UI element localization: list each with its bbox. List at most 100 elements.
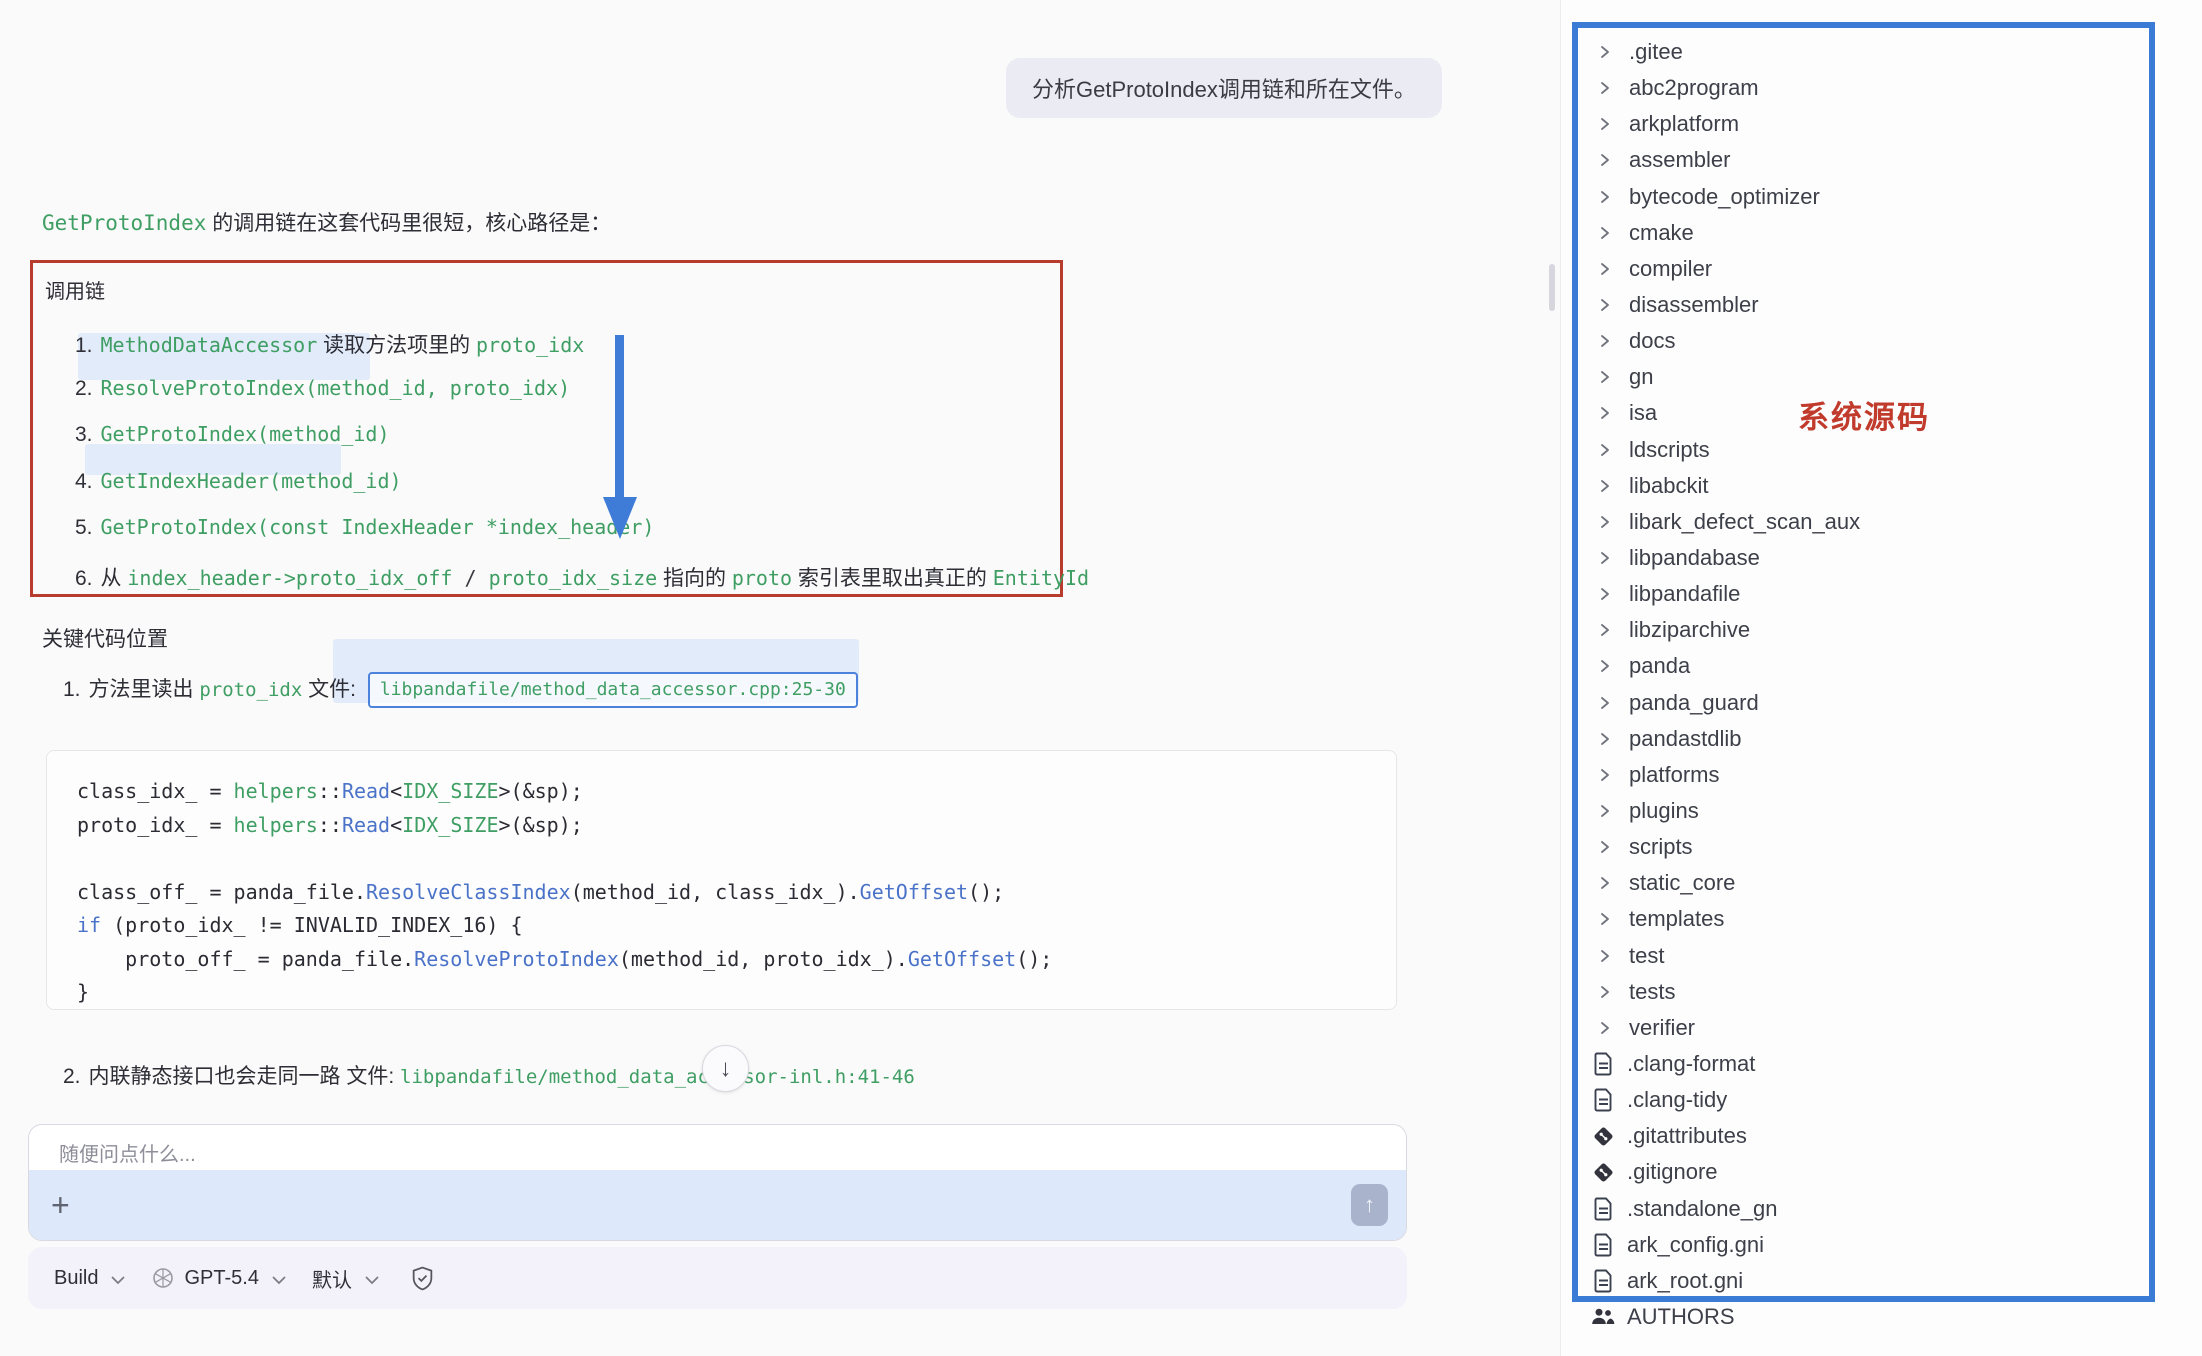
model-dropdown-chevron[interactable] [272,1276,286,1285]
chevron-down-icon [111,1276,125,1285]
text-segment: 从 [101,567,128,590]
build-mode-selector[interactable]: Build [54,1267,98,1290]
tree-item-folder[interactable]: bytecode_optimizer [1561,179,2202,215]
tree-item-label: .gitignore [1627,1159,1718,1185]
composer-action-bar: + ↑ [29,1170,1406,1240]
list-number: 5. [75,516,93,540]
tree-item-label: docs [1629,328,1675,354]
tree-item-file[interactable]: .standalone_gn [1561,1191,2202,1227]
tree-item-folder[interactable]: cmake [1561,215,2202,251]
file-icon [1590,1197,1616,1221]
mode-dropdown-chevron[interactable] [365,1276,379,1285]
shield-check-icon[interactable] [411,1266,434,1291]
tree-item-file[interactable]: AUTHORS [1561,1299,2202,1335]
tree-item-label: platforms [1629,762,1719,788]
chevron-right-icon [1597,658,1613,674]
tree-item-file[interactable]: .clang-tidy [1561,1082,2202,1118]
tree-item-folder[interactable]: isa [1561,395,2202,431]
file-path-chip[interactable]: libpandafile/method_data_accessor.cpp:25… [368,672,858,708]
tree-item-folder[interactable]: scripts [1561,829,2202,865]
send-button[interactable]: ↑ [1351,1184,1388,1226]
build-dropdown-chevron[interactable] [111,1276,125,1285]
tree-item-label: .gitee [1629,39,1683,65]
text-segment: if [77,913,101,937]
tree-item-label: .clang-format [1627,1051,1755,1077]
app-root: { "chat": { "user_message": "分析GetProtoI… [0,0,2202,1356]
tree-item-label: .clang-tidy [1627,1087,1727,1113]
tree-item-folder[interactable]: docs [1561,323,2202,359]
chevron-right-icon [1597,695,1613,711]
tree-item-label: test [1629,943,1664,969]
chevron-right-icon [1597,767,1613,783]
intro-text: 的调用链在这套代码里很短，核心路径是： [206,212,611,235]
text-segment: GetProtoIndex(const IndexHeader *index_h… [101,515,655,539]
tree-item-folder[interactable]: plugins [1561,793,2202,829]
tree-item-folder[interactable]: .gitee [1561,34,2202,70]
tree-item-folder[interactable]: test [1561,938,2202,974]
tree-item-folder[interactable]: panda_guard [1561,685,2202,721]
chat-input[interactable]: 随便问点什么... [29,1125,1406,1171]
tree-item-file[interactable]: ark_root.gni [1561,1263,2202,1299]
tree-item-label: assembler [1629,147,1730,173]
tree-item-label: static_core [1629,870,1735,896]
tree-item-folder[interactable]: gn [1561,359,2202,395]
tree-item-folder[interactable]: libabckit [1561,468,2202,504]
tree-item-file[interactable]: .gitattributes [1561,1118,2202,1154]
tree-item-label: cmake [1629,220,1694,246]
text-segment: proto_idx_ = [77,813,234,837]
tree-item-folder[interactable]: pandastdlib [1561,721,2202,757]
tree-item-folder[interactable]: platforms [1561,757,2202,793]
model-selector[interactable]: GPT-5.4 [184,1267,258,1290]
add-attachment-button[interactable]: + [51,1189,70,1221]
scrollbar-thumb[interactable] [1549,264,1555,311]
text-segment: < [390,813,402,837]
tree-item-folder[interactable]: libpandabase [1561,540,2202,576]
tree-item-folder[interactable]: arkplatform [1561,106,2202,142]
tree-item-folder[interactable]: libpandafile [1561,576,2202,612]
down-arrow-head [603,497,637,539]
tree-item-folder[interactable]: ldscripts [1561,432,2202,468]
tree-item-file[interactable]: .clang-format [1561,1046,2202,1082]
tree-item-folder[interactable]: static_core [1561,865,2202,901]
tree-item-folder[interactable]: disassembler [1561,287,2202,323]
scroll-to-bottom-button[interactable]: ↓ [702,1045,749,1092]
tree-item-folder[interactable]: abc2program [1561,70,2202,106]
chat-composer[interactable]: 随便问点什么... + ↑ [28,1124,1407,1241]
tree-item-folder[interactable]: libark_defect_scan_aux [1561,504,2202,540]
call-chain-title: 调用链 [45,275,105,304]
tree-item-folder[interactable]: verifier [1561,1010,2202,1046]
file-explorer-panel: .gitee abc2program arkplatform assembler… [1560,0,2202,1356]
tree-item-file[interactable]: .gitignore [1561,1154,2202,1190]
file-icon [1590,1269,1616,1293]
list-number: 2. [75,377,93,401]
intro-code-token: GetProtoIndex [42,211,206,235]
list-number: 1. [63,678,81,701]
text-segment: IDX_SIZE [402,813,498,837]
text-segment: >(&sp); [498,779,582,803]
tree-item-label: .gitattributes [1627,1123,1747,1149]
tree-item-label: compiler [1629,256,1712,282]
tree-item-label: arkplatform [1629,111,1739,137]
tree-item-label: panda [1629,653,1690,679]
code-line: } [77,976,1366,1010]
tree-item-label: libziparchive [1629,617,1750,643]
tree-item-folder[interactable]: libziparchive [1561,612,2202,648]
chevron-right-icon [1597,1020,1613,1036]
tree-item-label: panda_guard [1629,690,1759,716]
tree-item-folder[interactable]: panda [1561,648,2202,684]
tree-item-folder[interactable]: compiler [1561,251,2202,287]
text-segment: ResolveClassIndex [366,880,571,904]
list-number: 4. [75,470,93,494]
tree-item-folder[interactable]: assembler [1561,142,2202,178]
tree-item-file[interactable]: ark_config.gni [1561,1227,2202,1263]
tree-item-folder[interactable]: templates [1561,901,2202,937]
chevron-right-icon [1597,478,1613,494]
tree-item-label: AUTHORS [1627,1304,1735,1330]
tree-item-folder[interactable]: tests [1561,974,2202,1010]
code-block: class_idx_ = helpers::Read<IDX_SIZE>(&sp… [46,750,1397,1010]
list-number: 3. [75,423,93,447]
text-segment: index_header->proto_idx_off [127,566,452,590]
mode-selector[interactable]: 默认 [312,1264,352,1293]
text-segment: GetProtoIndex(method_id) [101,422,390,446]
text-segment: GetOffset [860,880,968,904]
